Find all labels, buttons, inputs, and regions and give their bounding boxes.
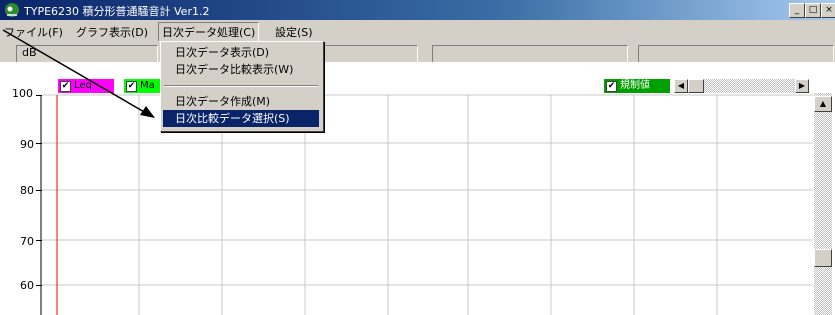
menu-item-daily-comparison-select[interactable]: 日次比較データ選択(S) — [163, 110, 319, 127]
daily-data-dropdown-menu: 日次データ表示(D) 日次データ比較表示(W) 日次データ作成(M) 日次比較デ… — [160, 41, 324, 132]
y-tick-label-60: 60 — [20, 279, 34, 292]
menu-item-daily-comparison-display[interactable]: 日次データ比較表示(W) — [163, 61, 319, 78]
vertical-scrollbar[interactable]: ▲ — [814, 93, 832, 315]
y-tick — [36, 95, 42, 96]
leq-checkbox[interactable]: ✔ — [60, 81, 71, 92]
y-axis-title: dB — [22, 46, 37, 59]
scroll-thumb[interactable] — [688, 79, 704, 93]
max-checkbox[interactable]: ✔ — [126, 81, 137, 92]
legend-regulation[interactable]: ✔ 規制値 — [604, 79, 670, 93]
scroll-thumb[interactable] — [814, 249, 832, 267]
y-tick-label-70: 70 — [20, 235, 34, 248]
legend-max-label: Ma — [140, 80, 155, 91]
y-tick-label-90: 90 — [20, 138, 34, 151]
scroll-up-icon[interactable]: ▲ — [814, 96, 832, 112]
y-tick — [36, 240, 42, 241]
scroll-right-icon[interactable]: ▶ — [795, 79, 809, 93]
menu-item-daily-data-display[interactable]: 日次データ表示(D) — [163, 44, 319, 61]
legend-regulation-label: 規制値 — [620, 80, 650, 91]
legend-max[interactable]: ✔ Ma — [124, 79, 160, 93]
scroll-left-icon[interactable]: ◀ — [674, 79, 688, 93]
y-tick — [36, 143, 42, 144]
y-tick — [36, 285, 42, 286]
app-window: TYPE6230 積分形普通騒音計 Ver1.2 _ □ × ファイル(F) グ… — [0, 0, 835, 315]
menu-item-daily-data-create[interactable]: 日次データ作成(M) — [163, 93, 319, 110]
y-tick-label-80: 80 — [20, 184, 34, 197]
regulation-checkbox[interactable]: ✔ — [606, 81, 617, 92]
legend-leq[interactable]: ✔ Leq — [58, 79, 114, 93]
legend-leq-label: Leq — [74, 80, 92, 91]
horizontal-scrollbar[interactable]: ◀ ▶ — [674, 79, 809, 93]
chart-grid — [40, 94, 813, 315]
y-tick — [36, 190, 42, 191]
y-tick-label-100: 100 — [12, 87, 33, 100]
menu-separator — [164, 85, 318, 87]
